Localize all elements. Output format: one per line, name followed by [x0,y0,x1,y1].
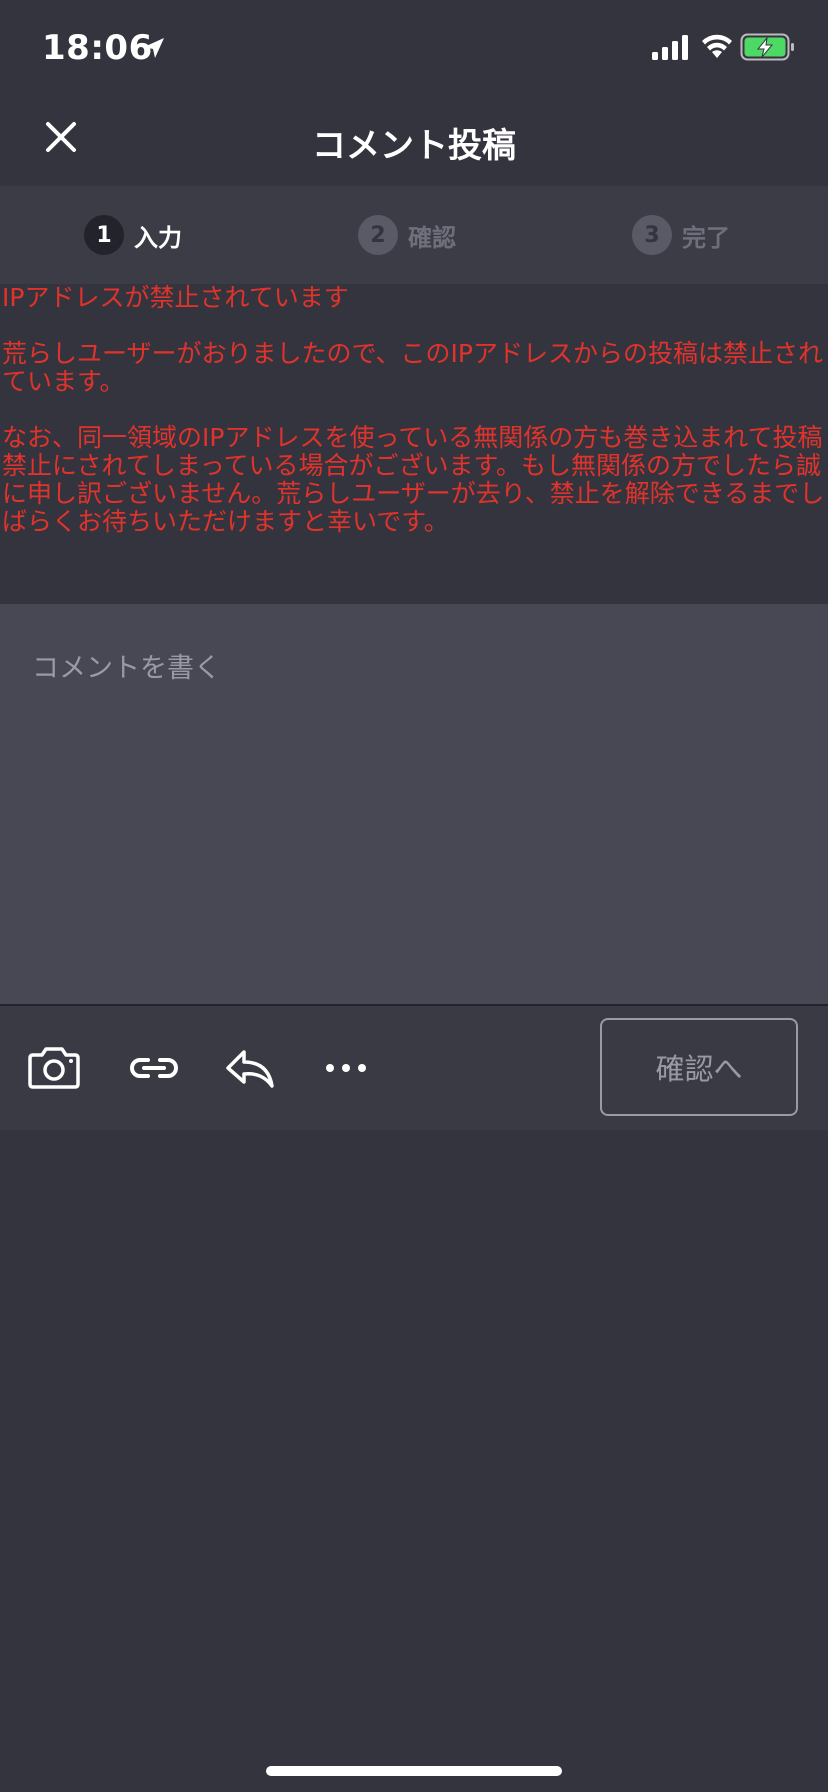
comment-input[interactable] [30,644,794,968]
more-icon[interactable] [318,1044,374,1092]
camera-icon[interactable] [26,1044,82,1092]
cellular-signal-icon [652,35,688,60]
step-label: 入力 [134,223,182,252]
battery-charging-icon [740,33,794,61]
status-bar: 18:06 [0,0,828,96]
comment-area [0,604,828,1004]
step-number: 2 [358,215,398,255]
reply-icon[interactable] [222,1044,278,1092]
comment-toolbar: 確認へ [0,1006,828,1130]
step-label: 確認 [408,223,456,252]
status-time: 18:06 [42,28,153,68]
step-complete: 3 完了 [632,215,730,255]
nav-bar: コメント投稿 [0,96,828,186]
notice-heading: IPアドレスが禁止されています [2,283,349,312]
step-number: 3 [632,215,672,255]
step-input: 1 入力 [84,215,182,255]
notice-paragraph: 荒らしユーザーがおりましたので、このIPアドレスからの投稿は禁止されています。 [2,339,823,396]
link-icon[interactable] [126,1044,182,1092]
step-label: 完了 [682,223,730,252]
step-confirm: 2 確認 [358,215,456,255]
ip-ban-notice: IPアドレスが禁止されています 荒らしユーザーがおりましたので、このIPアドレス… [0,284,828,604]
step-indicator: 1 入力 2 確認 3 完了 [0,186,828,284]
page-title: コメント投稿 [312,126,516,166]
wifi-icon [702,34,732,58]
location-arrow-icon [144,38,164,58]
confirm-button[interactable]: 確認へ [600,1018,798,1116]
home-indicator[interactable] [266,1766,562,1776]
step-number: 1 [84,215,124,255]
notice-paragraph: なお、同一領域のIPアドレスを使っている無関係の方も巻き込まれて投稿禁止にされて… [2,423,825,536]
